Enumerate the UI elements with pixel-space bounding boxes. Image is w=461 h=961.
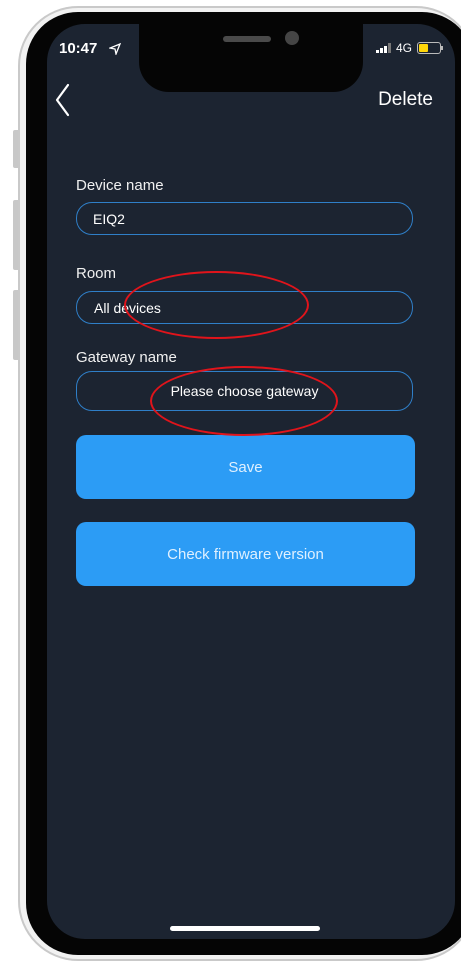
back-chevron-icon[interactable]: [53, 82, 71, 118]
gateway-annotation-circle: [150, 366, 338, 436]
room-label: Room: [76, 265, 117, 282]
status-time: 10:47: [59, 40, 98, 57]
gateway-name-label: Gateway name: [76, 349, 177, 366]
device-name-field[interactable]: EIQ2: [76, 202, 413, 235]
check-firmware-button[interactable]: Check firmware version: [76, 522, 415, 586]
speaker-grille: [223, 36, 271, 42]
network-type: 4G: [395, 41, 412, 55]
front-camera: [285, 31, 299, 45]
delete-button[interactable]: Delete: [378, 89, 433, 111]
device-name-label: Device name: [76, 177, 164, 194]
signal-strength-icon: [375, 43, 391, 53]
battery-icon: [417, 42, 443, 54]
battery-level: [419, 44, 428, 52]
device-settings-screen: 10:47 4G Delete Device name EIQ2 Room Al…: [47, 24, 455, 939]
room-annotation-circle: [124, 271, 309, 339]
location-arrow-icon: [109, 43, 121, 55]
device-name-value: EIQ2: [93, 210, 125, 227]
save-button[interactable]: Save: [76, 435, 415, 499]
notch: [139, 24, 363, 92]
status-indicators: 4G: [375, 41, 443, 55]
home-indicator[interactable]: [170, 926, 320, 931]
